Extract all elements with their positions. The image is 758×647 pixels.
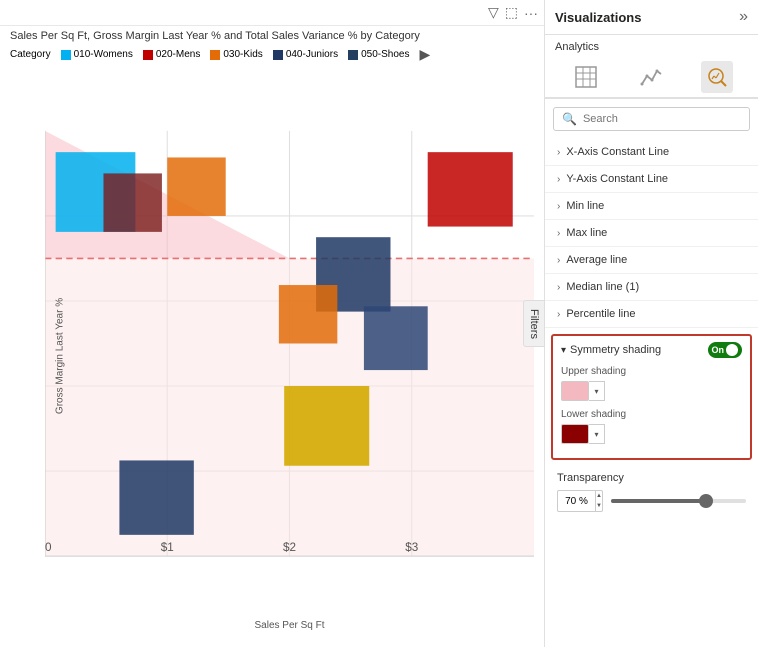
legend-label-juniors: 040-Juniors xyxy=(286,49,338,60)
viz-panel-title: Visualizations xyxy=(555,10,641,25)
percent-arrows[interactable]: ▲ ▼ xyxy=(595,491,602,511)
transparency-slider-thumb[interactable] xyxy=(699,494,713,508)
symmetry-header: ▾ Symmetry shading On xyxy=(561,342,742,358)
viz-header-icons: » xyxy=(739,8,748,26)
right-panel: Visualizations » Analytics xyxy=(545,0,758,647)
analytics-item-percentile[interactable]: › Percentile line xyxy=(545,301,758,328)
symmetry-toggle[interactable]: On xyxy=(708,342,743,358)
more-icon[interactable]: ··· xyxy=(524,5,538,21)
chart-svg: 45% 40% 35% 30% $0 $1 $2 $3 xyxy=(45,70,534,617)
analytics-item-min-label: Min line xyxy=(566,200,604,212)
viz-type-line-icon[interactable] xyxy=(635,61,667,93)
x-axis-label: Sales Per Sq Ft xyxy=(45,620,534,635)
search-input[interactable] xyxy=(583,113,741,125)
filter-icon[interactable]: ▽ xyxy=(488,4,499,21)
toggle-on-label: On xyxy=(712,345,725,355)
symmetry-title: ▾ Symmetry shading xyxy=(561,344,661,356)
analytics-item-x-axis[interactable]: › X-Axis Constant Line xyxy=(545,139,758,166)
chart-toolbar: ▽ ⬚ ··· xyxy=(0,0,544,26)
chevron-max: › xyxy=(557,228,560,239)
analytics-label: Analytics xyxy=(545,35,758,57)
chart-area: Gross Margin Last Year % xyxy=(0,65,544,647)
symmetry-shading-section: ▾ Symmetry shading On Upper shading ▾ Lo… xyxy=(551,334,752,460)
symmetry-title-label: Symmetry shading xyxy=(570,344,661,356)
transparency-percent-value: 70 % xyxy=(558,496,595,507)
percent-down-arrow[interactable]: ▼ xyxy=(596,501,602,511)
upper-color-picker-row: ▾ xyxy=(561,381,742,401)
svg-text:$3: $3 xyxy=(405,541,418,554)
lower-color-dropdown[interactable]: ▾ xyxy=(589,424,605,444)
legend-label-kids: 030-Kids xyxy=(223,49,262,60)
transparency-value-input[interactable]: 70 % ▲ ▼ xyxy=(557,490,603,512)
lower-color-picker-row: ▾ xyxy=(561,424,742,444)
viz-header: Visualizations » xyxy=(545,0,758,35)
viz-expand-icon[interactable]: » xyxy=(739,8,748,26)
toggle-circle xyxy=(726,344,738,356)
lower-color-swatch[interactable] xyxy=(561,424,589,444)
analytics-item-y-axis-label: Y-Axis Constant Line xyxy=(566,173,668,185)
analytics-item-max[interactable]: › Max line xyxy=(545,220,758,247)
legend-color-juniors xyxy=(273,50,283,60)
chevron-median: › xyxy=(557,282,560,293)
legend-color-mens xyxy=(143,50,153,60)
transparency-row: 70 % ▲ ▼ xyxy=(557,490,746,512)
analytics-item-median-label: Median line (1) xyxy=(566,281,639,293)
analytics-item-median[interactable]: › Median line (1) xyxy=(545,274,758,301)
chevron-y-axis: › xyxy=(557,174,560,185)
legend-item-shoes: 050-Shoes xyxy=(348,49,409,60)
legend-item-womens: 010-Womens xyxy=(61,49,133,60)
analytics-list: › X-Axis Constant Line › Y-Axis Constant… xyxy=(545,139,758,647)
transparency-label: Transparency xyxy=(557,472,746,484)
svg-text:$2: $2 xyxy=(283,541,296,554)
svg-text:$0: $0 xyxy=(45,541,52,554)
percent-up-arrow[interactable]: ▲ xyxy=(596,491,602,501)
expand-icon[interactable]: ⬚ xyxy=(505,4,518,21)
chevron-min: › xyxy=(557,201,560,212)
transparency-slider-fill xyxy=(611,499,706,503)
chart-legend: Category 010-Womens 020-Mens 030-Kids 04… xyxy=(0,44,544,65)
lower-shading-label: Lower shading xyxy=(561,409,742,420)
upper-color-swatch[interactable] xyxy=(561,381,589,401)
legend-label-shoes: 050-Shoes xyxy=(361,49,409,60)
upper-color-dropdown[interactable]: ▾ xyxy=(589,381,605,401)
chart-title: Sales Per Sq Ft, Gross Margin Last Year … xyxy=(0,26,544,44)
filters-tab[interactable]: Filters xyxy=(523,300,545,348)
upper-shading-label: Upper shading xyxy=(561,366,742,377)
legend-label-womens: 010-Womens xyxy=(74,49,133,60)
chevron-average: › xyxy=(557,255,560,266)
transparency-slider-track[interactable] xyxy=(611,499,746,503)
analytics-item-x-axis-label: X-Axis Constant Line xyxy=(566,146,669,158)
search-icon: 🔍 xyxy=(562,112,577,126)
analytics-item-max-label: Max line xyxy=(566,227,607,239)
viz-type-table-icon[interactable] xyxy=(570,61,602,93)
legend-color-kids xyxy=(210,50,220,60)
legend-category-label: Category xyxy=(10,49,51,60)
analytics-item-average[interactable]: › Average line xyxy=(545,247,758,274)
chevron-percentile: › xyxy=(557,309,560,320)
legend-color-womens xyxy=(61,50,71,60)
viz-type-analytics-icon[interactable] xyxy=(701,61,733,93)
legend-item-mens: 020-Mens xyxy=(143,49,200,60)
analytics-item-average-label: Average line xyxy=(566,254,627,266)
viz-type-icons-bar xyxy=(545,57,758,99)
legend-color-shoes xyxy=(348,50,358,60)
chart-panel: ▽ ⬚ ··· Sales Per Sq Ft, Gross Margin La… xyxy=(0,0,545,647)
analytics-item-y-axis[interactable]: › Y-Axis Constant Line xyxy=(545,166,758,193)
analytics-item-percentile-label: Percentile line xyxy=(566,308,635,320)
y-axis-label: Gross Margin Last Year % xyxy=(55,298,66,414)
chevron-x-axis: › xyxy=(557,147,560,158)
search-box[interactable]: 🔍 xyxy=(553,107,750,131)
legend-label-mens: 020-Mens xyxy=(156,49,200,60)
legend-item-juniors: 040-Juniors xyxy=(273,49,338,60)
svg-text:$1: $1 xyxy=(161,541,174,554)
legend-item-kids: 030-Kids xyxy=(210,49,262,60)
analytics-item-min[interactable]: › Min line xyxy=(545,193,758,220)
transparency-section: Transparency 70 % ▲ ▼ xyxy=(545,466,758,520)
chevron-symmetry: ▾ xyxy=(561,345,566,356)
legend-expand-icon[interactable]: ▶ xyxy=(419,46,430,63)
